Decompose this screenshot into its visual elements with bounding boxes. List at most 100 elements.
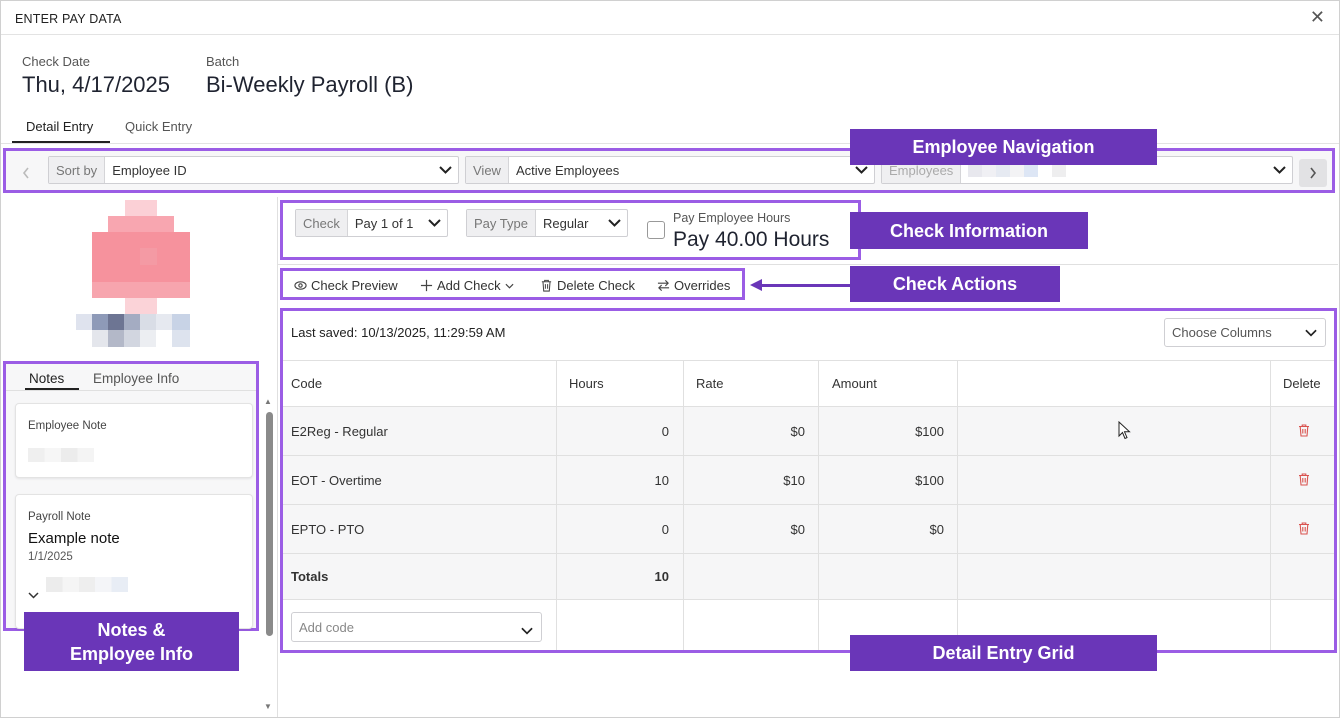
callout-check-information: Check Information [850,212,1088,249]
row-rate[interactable]: $10 [684,473,805,488]
pay-employee-hours-checkbox[interactable] [647,221,665,239]
callout-detail-entry-grid: Detail Entry Grid [850,635,1157,671]
batch-label: Batch [206,54,240,69]
sort-by-value: Employee ID [112,162,187,178]
sort-by-select[interactable]: Sort by Employee ID [48,156,459,184]
trash-icon[interactable] [1298,522,1310,535]
payroll-note-label: Payroll Note [28,511,91,523]
tab-notes[interactable]: Notes [29,371,64,386]
pay-type-select[interactable]: Pay Type Regular [466,209,628,237]
section-divider [278,264,1338,265]
view-prefix: View [466,157,509,183]
chevron-down-icon [421,219,447,227]
chevron-down-icon [1266,166,1292,174]
view-value: Active Employees [515,162,620,178]
grid-line [556,361,557,650]
check-value: Pay 1 of 1 [354,215,414,231]
employee-note-label: Employee Note [28,420,107,432]
delete-check-button[interactable]: Delete Check [540,278,635,293]
row-amount[interactable]: $100 [819,473,944,488]
trash-icon[interactable] [1298,424,1310,437]
row-code: EPTO - PTO [291,522,365,537]
active-notes-tab-indicator [25,388,79,390]
row-rate[interactable]: $0 [684,424,805,439]
close-icon[interactable]: ✕ [1310,7,1325,28]
row-hours[interactable]: 10 [557,473,669,488]
table-row-bg [283,407,1334,455]
trash-icon[interactable] [1298,473,1310,486]
view-select[interactable]: View Active Employees [465,156,875,184]
add-code-input[interactable] [292,613,502,641]
check-select[interactable]: Check Pay 1 of 1 [295,209,448,237]
check-date-value: Thu, 4/17/2025 [22,72,171,97]
chevron-down-icon [505,283,514,289]
table-row-bg [283,456,1334,504]
chevron-down-icon [432,166,458,174]
tab-quick-entry[interactable]: Quick Entry [125,119,192,134]
check-prefix: Check [296,210,348,236]
callout-check-actions: Check Actions [850,266,1060,302]
grid-line [283,553,1334,554]
pay-type-value: Regular [542,215,589,231]
chevron-right-icon[interactable] [1299,159,1327,187]
grid-line [283,504,1334,505]
chevron-down-icon [601,219,627,227]
grid-line [283,599,1334,600]
row-rate[interactable]: $0 [684,522,805,537]
callout-employee-navigation: Employee Navigation [850,129,1157,165]
header-delete: Delete [1283,376,1321,391]
employee-note-card[interactable]: Employee Note [15,403,253,478]
header-code[interactable]: Code [291,376,322,391]
callout-notes-line2: Employee Info [69,643,194,664]
check-preview-label: Check Preview [311,278,398,293]
header-amount[interactable]: Amount [832,376,877,391]
chevron-down-icon[interactable] [28,587,39,602]
pay-type-prefix: Pay Type [467,210,536,236]
scroll-down-arrow-icon[interactable]: ▼ [264,702,272,711]
row-hours[interactable]: 0 [557,522,669,537]
panel-divider [277,197,278,717]
add-check-button[interactable]: Add Check [420,278,514,293]
scroll-up-arrow-icon[interactable]: ▲ [264,397,272,406]
employee-note-redacted [28,448,94,462]
overrides-button[interactable]: Overrides [657,278,730,293]
payroll-note-title: Example note [28,530,120,547]
active-tab-indicator [12,141,110,143]
payroll-note-date: 1/1/2025 [28,551,73,563]
grid-line [283,406,1334,407]
grid-line [283,360,1334,361]
add-check-label: Add Check [437,278,501,293]
row-hours[interactable]: 0 [557,424,669,439]
tab-employee-info[interactable]: Employee Info [93,371,179,386]
totals-row-bg [283,554,1334,599]
swap-arrows-icon [657,279,670,292]
chevron-down-icon [848,166,874,174]
row-code: EOT - Overtime [291,473,382,488]
chevron-left-icon[interactable] [12,159,40,187]
callout-arrow [760,284,850,287]
grid-line [283,455,1334,456]
tab-detail-entry[interactable]: Detail Entry [26,119,93,134]
header-rate[interactable]: Rate [696,376,723,391]
callout-notes-line1: Notes & [97,619,166,640]
last-saved-text: Last saved: 10/13/2025, 11:29:59 AM [291,325,506,340]
add-code-select[interactable] [291,612,542,642]
header-hours[interactable]: Hours [569,376,604,391]
check-preview-button[interactable]: Check Preview [294,278,398,293]
mouse-cursor-icon [1118,421,1131,440]
arrow-left-icon [750,279,762,291]
plus-icon [420,279,433,292]
payroll-note-card[interactable]: Payroll Note Example note 1/1/2025 [15,494,253,629]
choose-columns-select[interactable]: Choose Columns [1164,318,1326,347]
pay-employee-hours-label: Pay Employee Hours [673,211,791,225]
overrides-label: Overrides [674,278,731,293]
trash-icon [541,279,552,292]
grid-line [818,361,819,650]
scrollbar-thumb[interactable] [266,412,273,636]
totals-hours: 10 [654,569,669,584]
row-amount[interactable]: $100 [819,424,944,439]
totals-label: Totals [291,569,329,584]
row-amount[interactable]: $0 [819,522,944,537]
delete-check-label: Delete Check [557,278,636,293]
grid-line [957,361,958,650]
